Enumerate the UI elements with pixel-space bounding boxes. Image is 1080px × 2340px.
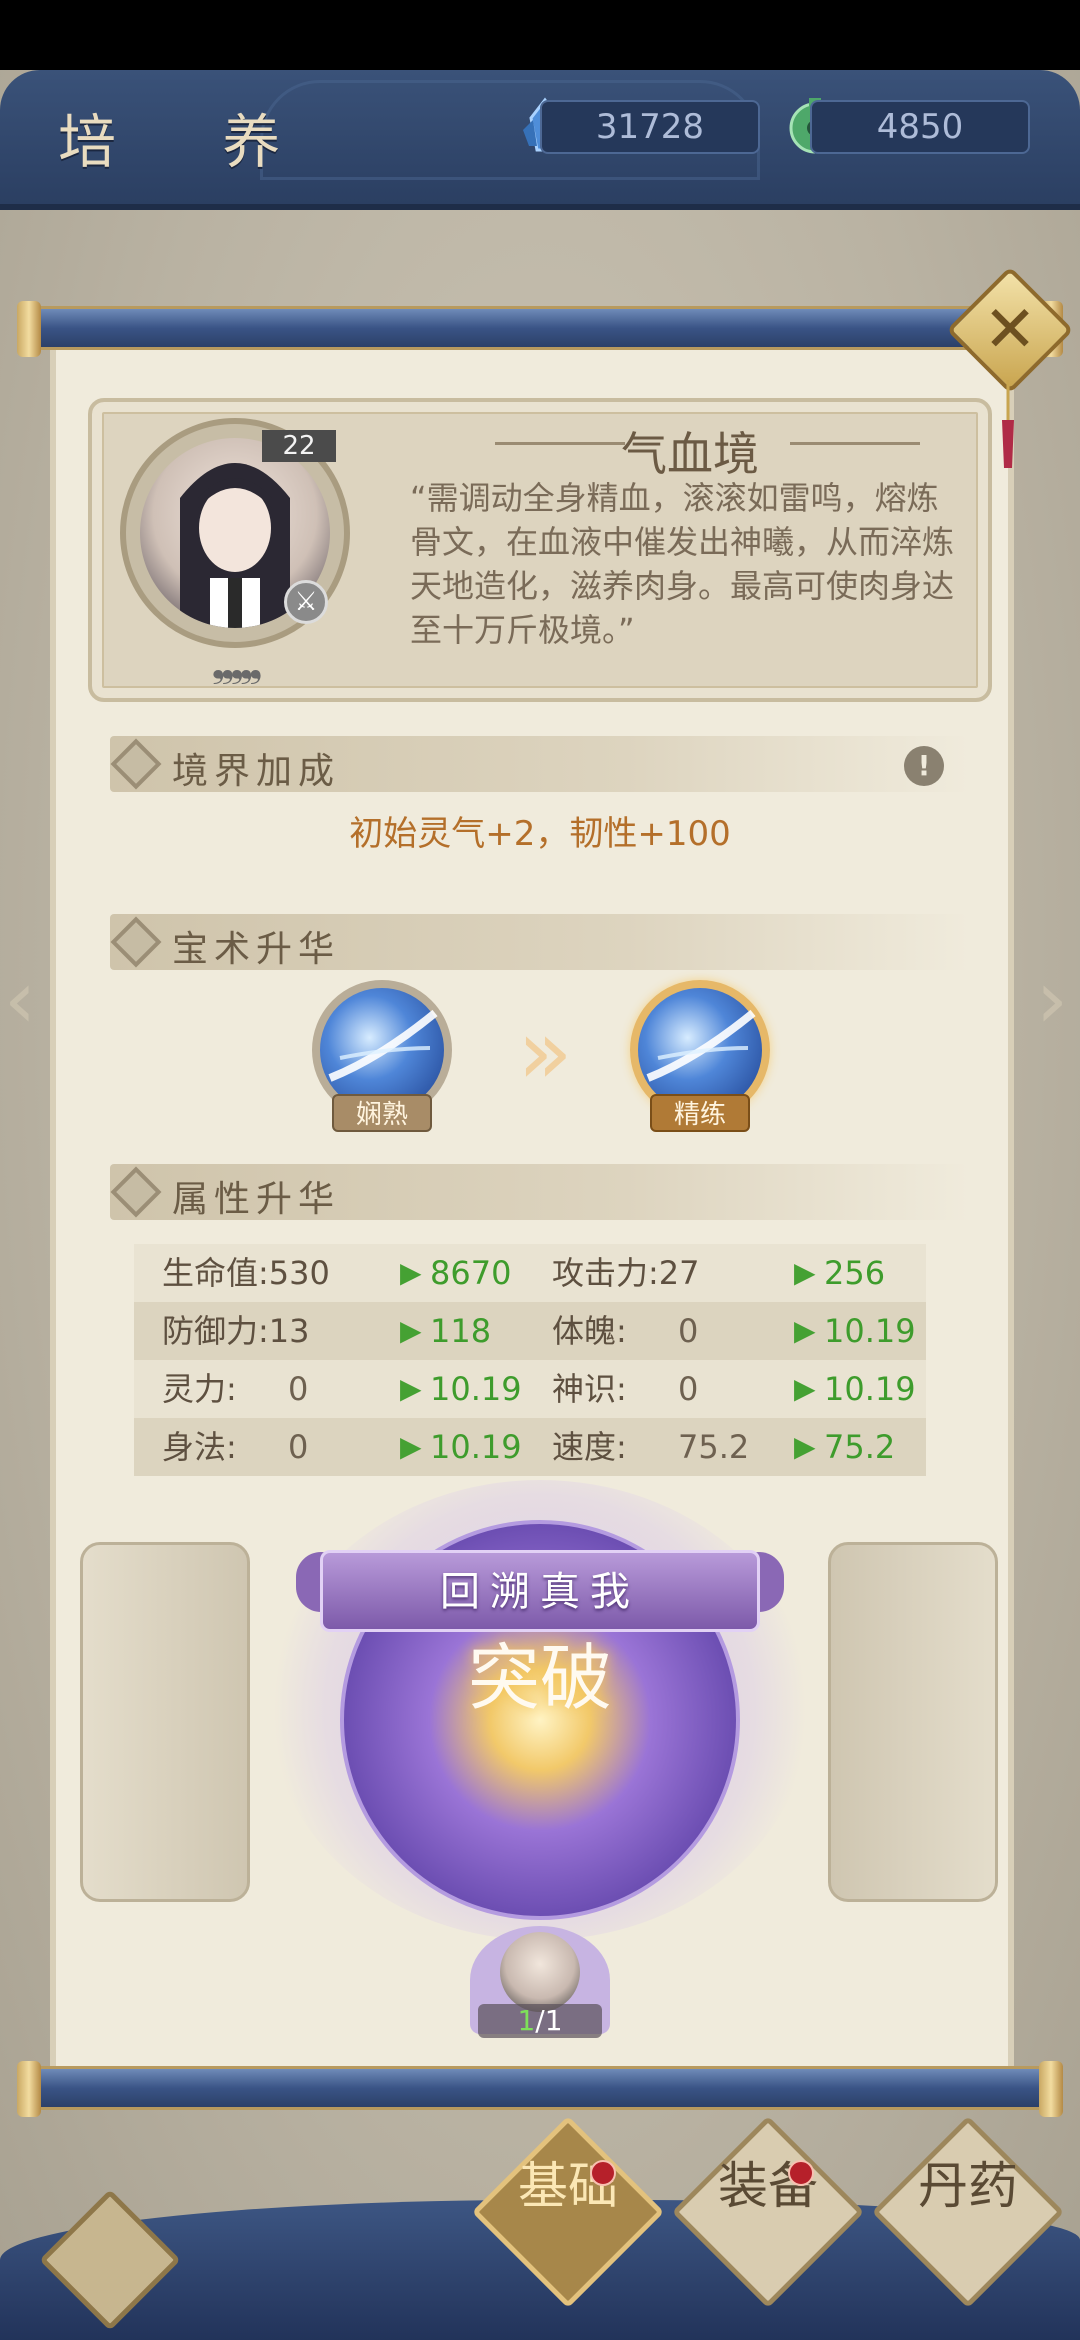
diamond-icon bbox=[110, 738, 162, 790]
info-icon[interactable]: ! bbox=[904, 746, 944, 786]
close-icon: ✕ bbox=[983, 293, 1037, 367]
breakthrough-banner: 回溯真我 bbox=[320, 1550, 760, 1632]
attr-new-value: 10.19 bbox=[824, 1370, 916, 1408]
attr-name: 灵力: bbox=[162, 1370, 237, 1408]
attr-name: 体魄: bbox=[552, 1312, 627, 1350]
increase-arrow-icon: ▶ bbox=[400, 1430, 422, 1463]
attr-value: 0 bbox=[288, 1370, 309, 1408]
attr-value: 0 bbox=[678, 1312, 699, 1350]
crystal-currency: 31728 bbox=[540, 100, 760, 154]
section-label: 境界加成 bbox=[172, 751, 341, 792]
section-realm-bonus: 境界加成 bbox=[110, 736, 970, 792]
title-divider-right bbox=[790, 442, 920, 445]
attribute-row: 身法: 0 ▶ 10.19 速度: 75.2 ▶ 75.2 bbox=[134, 1418, 926, 1476]
attribute-table: 生命值:530 ▶ 8670 攻击力:27 ▶ 256 防御力:13 ▶ 118… bbox=[134, 1244, 926, 1476]
sword-badge-icon: ⚔ bbox=[284, 580, 328, 624]
increase-arrow-icon: ▶ bbox=[794, 1314, 816, 1347]
tab-equipment-label[interactable]: 装备 bbox=[698, 2160, 838, 2212]
attr-name: 防御力:13 bbox=[162, 1312, 310, 1350]
attr-name: 神识: bbox=[552, 1370, 627, 1408]
attr-new-value: 75.2 bbox=[824, 1428, 896, 1466]
scroll-rod-bottom bbox=[17, 2061, 1063, 2117]
tab-base-label[interactable]: 基础 bbox=[498, 2160, 638, 2212]
increase-arrow-icon: ▶ bbox=[794, 1256, 816, 1289]
attr-name: 身法: bbox=[162, 1428, 237, 1466]
attr-new-value: 10.19 bbox=[430, 1428, 522, 1466]
attr-name: 生命值:530 bbox=[162, 1254, 330, 1292]
attr-name: 速度: bbox=[552, 1428, 627, 1466]
skill-level-after: 精练 bbox=[650, 1094, 750, 1132]
attribute-row: 灵力: 0 ▶ 10.19 神识: 0 ▶ 10.19 bbox=[134, 1360, 926, 1418]
attr-new-value: 8670 bbox=[430, 1254, 512, 1292]
attribute-row: 防御力:13 ▶ 118 体魄: 0 ▶ 10.19 bbox=[134, 1302, 926, 1360]
increase-arrow-icon: ▶ bbox=[794, 1430, 816, 1463]
star-rating: ❟❟❟❟❟ bbox=[211, 646, 263, 686]
decor-panel-right bbox=[828, 1542, 998, 1902]
notification-dot bbox=[788, 2160, 814, 2186]
skill-level-before: 娴熟 bbox=[332, 1094, 432, 1132]
diamond-icon bbox=[110, 916, 162, 968]
section-skill-upgrade: 宝术升华 bbox=[110, 914, 970, 970]
attr-name: 攻击力:27 bbox=[552, 1254, 700, 1292]
realm-bonus-text: 初始灵气+2，韧性+100 bbox=[349, 814, 731, 854]
attempts-counter: 1/1 bbox=[478, 2004, 602, 2038]
attr-new-value: 118 bbox=[430, 1312, 492, 1350]
notification-dot bbox=[590, 2160, 616, 2186]
attr-value: 0 bbox=[678, 1370, 699, 1408]
tassel-icon bbox=[1002, 380, 1014, 468]
section-attribute-upgrade: 属性升华 bbox=[110, 1164, 970, 1220]
attr-new-value: 256 bbox=[824, 1254, 886, 1292]
realm-title: 气血境 bbox=[621, 427, 759, 481]
level-badge: 22 bbox=[262, 430, 336, 462]
increase-arrow-icon: ▶ bbox=[400, 1372, 422, 1405]
increase-arrow-icon: ▶ bbox=[794, 1372, 816, 1405]
diamond-icon bbox=[110, 1166, 162, 1218]
section-label: 属性升华 bbox=[172, 1179, 341, 1220]
next-arrow-icon[interactable]: › bbox=[1036, 960, 1076, 1040]
attr-value: 75.2 bbox=[678, 1428, 750, 1466]
tab-pills-label[interactable]: 丹药 bbox=[898, 2160, 1038, 2212]
jade-currency: 4850 bbox=[810, 100, 1030, 154]
upgrade-arrow-icon: » bbox=[517, 1000, 573, 1105]
attempts-current: 1 bbox=[517, 2004, 536, 2037]
prev-arrow-icon[interactable]: ‹ bbox=[4, 960, 44, 1040]
attr-value: 0 bbox=[288, 1428, 309, 1466]
decor-panel-left bbox=[80, 1542, 250, 1902]
realm-description: “需调动全身精血，滚滚如雷鸣，熔炼骨文，在血液中催发出神曦，从而淬炼天地造化，滋… bbox=[410, 479, 955, 649]
attempts-total: /1 bbox=[535, 2004, 563, 2037]
increase-arrow-icon: ▶ bbox=[400, 1256, 422, 1289]
mini-avatar bbox=[500, 1932, 580, 2012]
scroll-rod-top bbox=[17, 301, 1063, 357]
page-title: 培 养 bbox=[58, 108, 325, 176]
breakthrough-button[interactable]: 突破 bbox=[460, 1640, 620, 1716]
increase-arrow-icon: ▶ bbox=[400, 1314, 422, 1347]
attribute-row: 生命值:530 ▶ 8670 攻击力:27 ▶ 256 bbox=[134, 1244, 926, 1302]
section-label: 宝术升华 bbox=[172, 929, 341, 970]
attr-new-value: 10.19 bbox=[430, 1370, 522, 1408]
attr-new-value: 10.19 bbox=[824, 1312, 916, 1350]
